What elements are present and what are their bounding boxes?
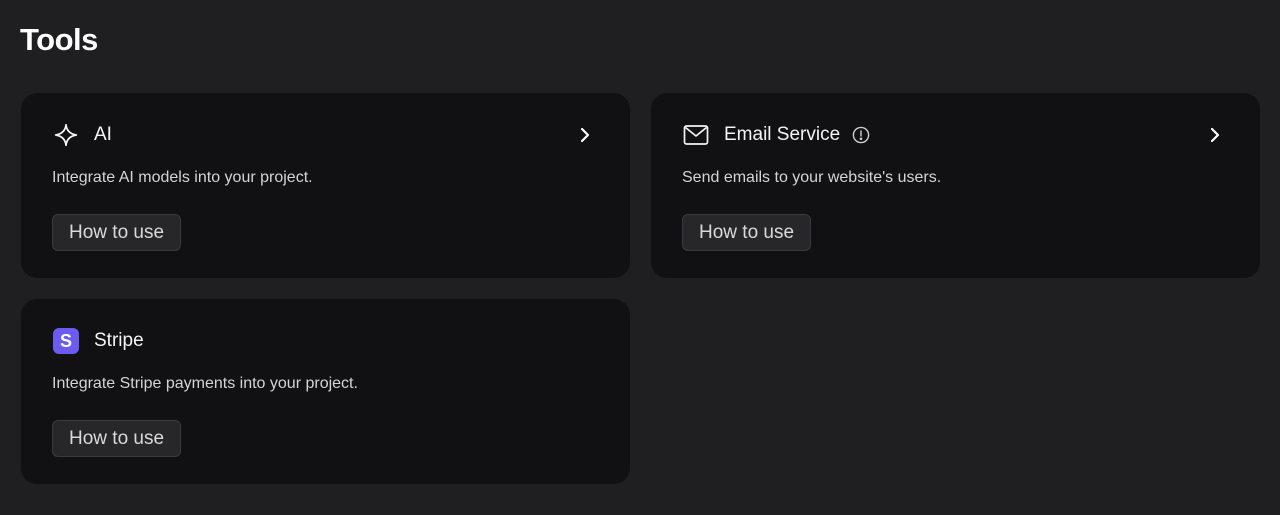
tool-name: Email Service [724,124,841,145]
tool-description: Integrate Stripe payments into your proj… [52,375,358,392]
tool-card-stripe[interactable]: S Stripe Integrate Stripe payments into … [21,299,630,484]
page-title: Tools [20,22,98,57]
how-to-use-button[interactable]: How to use [52,420,182,457]
tool-name: Stripe [94,330,144,351]
tool-card-ai[interactable]: AI Integrate AI models into your project… [21,93,630,278]
info-icon[interactable] [852,126,870,144]
chevron-right-icon[interactable] [574,123,596,147]
tool-description: Integrate AI models into your project. [52,169,313,186]
tool-description: Send emails to your website's users. [682,169,942,186]
chevron-right-icon[interactable] [1204,123,1226,147]
tool-card-header: S Stripe [52,328,144,354]
how-to-use-button[interactable]: How to use [52,214,182,251]
tool-card-header: AI [52,122,112,148]
tool-card-header: Email Service [682,122,870,148]
tool-card-email-service[interactable]: Email Service Send emails to your websit… [651,93,1260,278]
tools-page: Tools AI Integrate AI models into your p… [0,0,1280,515]
sparkle-icon [52,121,80,149]
tool-name: AI [94,124,112,145]
mail-icon [682,121,710,149]
stripe-logo-icon: S [52,327,80,355]
stripe-logo-letter: S [53,328,79,354]
how-to-use-button[interactable]: How to use [682,214,812,251]
